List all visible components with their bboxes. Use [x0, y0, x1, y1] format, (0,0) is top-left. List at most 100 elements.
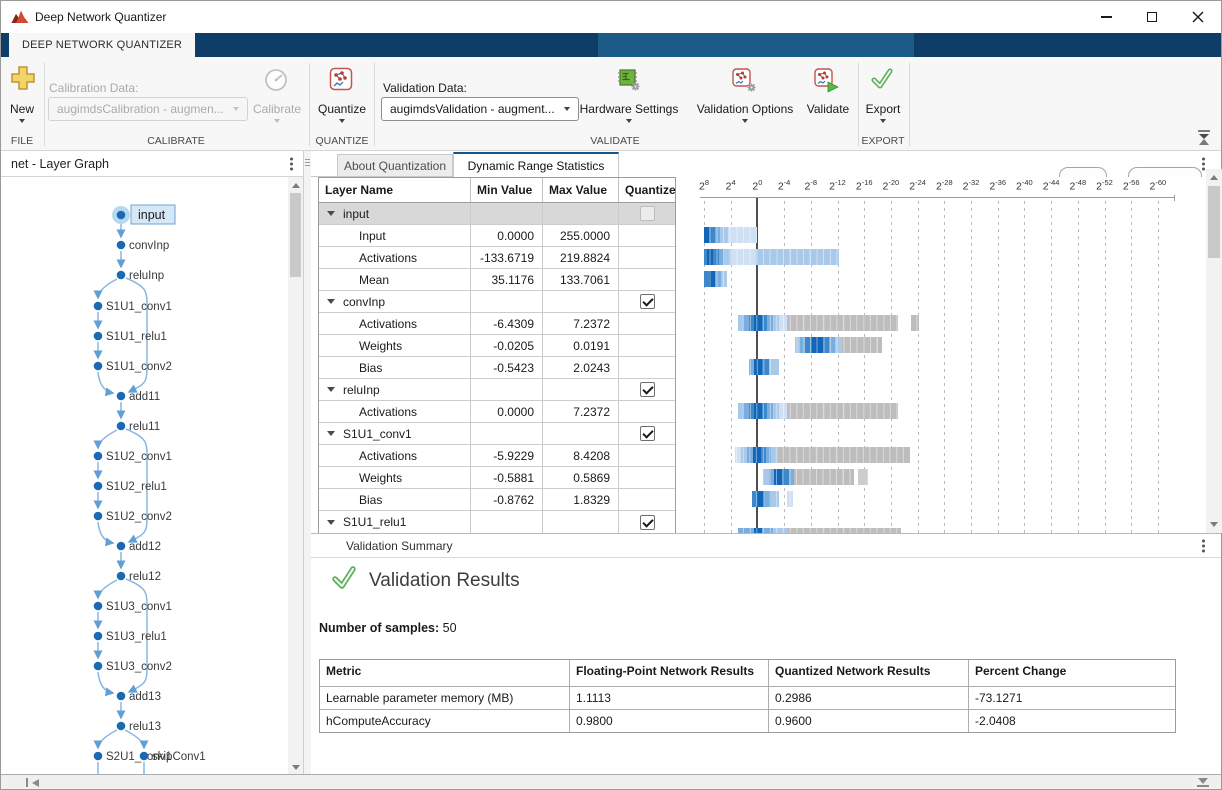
- stats-row-Bias[interactable]: Bias-0.87621.8329: [319, 489, 675, 511]
- quantize-dropdown-caret[interactable]: [339, 119, 345, 123]
- stats-row-reluInp[interactable]: reluInp: [319, 379, 675, 401]
- collapse-triangle-icon[interactable]: [327, 387, 335, 392]
- stats-row-input[interactable]: input: [319, 203, 675, 225]
- minimize-button[interactable]: [1083, 1, 1129, 33]
- graph-node-relu13[interactable]: relu13: [117, 721, 161, 733]
- combo-caret-icon: [233, 107, 239, 111]
- export-button[interactable]: Export: [866, 102, 901, 116]
- section-divider: [909, 63, 910, 146]
- layer-graph-canvas[interactable]: input convInp reluInp S1U1_conv1 S1U1_relu1 S…: [1, 177, 289, 776]
- stats-row-Activations[interactable]: Activations-6.43097.2372: [319, 313, 675, 335]
- graph-node-relu12[interactable]: relu12: [117, 571, 161, 583]
- new-button[interactable]: New: [10, 102, 34, 116]
- graph-node-S1U2_conv2[interactable]: S1U2_conv2: [94, 511, 172, 523]
- hardware-settings-caret[interactable]: [626, 119, 632, 123]
- graph-node-S1U1_conv2[interactable]: S1U1_conv2: [94, 361, 172, 373]
- graph-node-reluInp[interactable]: reluInp: [117, 270, 164, 282]
- scrollbar-thumb[interactable]: [290, 193, 301, 277]
- calibrate-button[interactable]: Calibrate: [253, 102, 301, 116]
- new-icon[interactable]: [10, 65, 36, 96]
- collapse-triangle-icon[interactable]: [327, 431, 335, 436]
- gridline: [918, 201, 919, 533]
- validate-button[interactable]: Validate: [807, 102, 849, 116]
- collapse-bottom-panel-icon[interactable]: [1197, 778, 1209, 787]
- validation-options-button[interactable]: Validation Options: [697, 102, 794, 116]
- collapse-triangle-icon[interactable]: [327, 211, 335, 216]
- stats-row-S1U1_relu1[interactable]: S1U1_relu1: [319, 511, 675, 533]
- quantize-checkbox[interactable]: [640, 382, 655, 397]
- histogram-scrollbar[interactable]: [1206, 169, 1222, 533]
- export-dropdown-caret[interactable]: [880, 119, 886, 123]
- scroll-up-icon[interactable]: [292, 183, 300, 188]
- quantize-icon[interactable]: [329, 67, 353, 96]
- export-check-icon[interactable]: [870, 67, 894, 96]
- collapse-triangle-icon[interactable]: [327, 299, 335, 304]
- stats-row-S1U1_conv1[interactable]: S1U1_conv1: [319, 423, 675, 445]
- graph-scrollbar[interactable]: [288, 177, 303, 776]
- quantize-checkbox[interactable]: [640, 206, 655, 221]
- number-of-samples: Number of samples: 50: [319, 621, 457, 635]
- graph-node-S1U2_relu1[interactable]: S1U2_relu1: [94, 481, 167, 493]
- max-value-cell: [543, 423, 619, 444]
- app-window: Deep Network Quantizer DEEP NETWORK QUAN…: [0, 0, 1222, 790]
- panel-menu-icon[interactable]: [1200, 537, 1207, 554]
- close-button[interactable]: [1175, 1, 1221, 33]
- graph-node-S1U1_relu1[interactable]: S1U1_relu1: [94, 331, 167, 343]
- stats-row-Weights[interactable]: Weights-0.58810.5869: [319, 467, 675, 489]
- new-dropdown-caret[interactable]: [19, 119, 25, 123]
- graph-node-convInp[interactable]: convInp: [117, 240, 170, 252]
- tab-dynamic-range-statistics[interactable]: Dynamic Range Statistics: [453, 152, 619, 177]
- graph-node-S1U3_conv2[interactable]: S1U3_conv2: [94, 661, 172, 673]
- quantize-section-label: QUANTIZE: [315, 135, 368, 147]
- collapse-triangle-icon[interactable]: [327, 520, 335, 525]
- validation-options-icon[interactable]: [732, 68, 758, 99]
- graph-node-add13[interactable]: add13: [117, 691, 161, 703]
- scrollbar-thumb[interactable]: [1208, 186, 1220, 258]
- histogram-bin-overlay: [704, 271, 727, 287]
- quantize-button[interactable]: Quantize: [318, 102, 366, 116]
- calibrate-dropdown-caret[interactable]: [274, 119, 280, 123]
- quantize-cell: [619, 357, 675, 378]
- collapse-left-panel-icon[interactable]: [26, 778, 39, 787]
- stats-row-Activations[interactable]: Activations-5.92298.4208: [319, 445, 675, 467]
- graph-node-S1U2_conv1[interactable]: S1U2_conv1: [94, 451, 172, 463]
- graph-node-add11[interactable]: add11: [117, 391, 160, 403]
- graph-node-S1U1_conv1[interactable]: S1U1_conv1: [94, 301, 172, 313]
- validation-data-combo[interactable]: augimdsValidation - augment...: [381, 97, 579, 121]
- calibrate-gauge-icon[interactable]: [263, 67, 289, 98]
- scroll-down-icon[interactable]: [1210, 522, 1218, 527]
- stats-row-convInp[interactable]: convInp: [319, 291, 675, 313]
- graph-node-add12[interactable]: add12: [117, 541, 161, 553]
- validation-options-caret[interactable]: [742, 119, 748, 123]
- quantize-checkbox[interactable]: [640, 515, 655, 530]
- hardware-settings-button[interactable]: Hardware Settings: [580, 102, 679, 116]
- scroll-up-icon[interactable]: [1210, 175, 1218, 180]
- quantize-cell: [619, 467, 675, 488]
- stats-row-Mean[interactable]: Mean35.1176133.7061: [319, 269, 675, 291]
- graph-node-input[interactable]: input: [112, 205, 175, 224]
- quantize-checkbox[interactable]: [640, 294, 655, 309]
- stats-row-Weights[interactable]: Weights-0.02050.0191: [319, 335, 675, 357]
- panel-menu-icon[interactable]: [288, 155, 295, 172]
- graph-node-relu11[interactable]: relu11: [117, 421, 160, 433]
- dynamic-range-histogram[interactable]: 2824202-42-82-122-162-202-242-282-322-36…: [676, 177, 1206, 533]
- calibration-data-combo[interactable]: augimdsCalibration - augmen...: [48, 97, 248, 121]
- validate-icon[interactable]: [814, 68, 840, 99]
- main-area: net - Layer Graph inputconvInpreluInpS1U…: [1, 151, 1221, 776]
- stats-row-Activations[interactable]: Activations-133.6719219.8824: [319, 247, 675, 269]
- stats-row-Input[interactable]: Input0.0000255.0000: [319, 225, 675, 247]
- min-value-cell: -5.9229: [471, 445, 543, 466]
- hardware-settings-icon[interactable]: [616, 67, 642, 98]
- graph-edge: [98, 580, 117, 598]
- quantize-checkbox[interactable]: [640, 426, 655, 441]
- collapse-ribbon-button[interactable]: [1197, 130, 1211, 145]
- panel-splitter[interactable]: [304, 151, 311, 776]
- graph-node-S1U3_conv1[interactable]: S1U3_conv1: [94, 601, 172, 613]
- stats-row-Activations[interactable]: Activations0.00007.2372: [319, 401, 675, 423]
- maximize-button[interactable]: [1129, 1, 1175, 33]
- tab-deep-network-quantizer[interactable]: DEEP NETWORK QUANTIZER: [9, 33, 195, 57]
- stats-row-Bias[interactable]: Bias-0.54232.0243: [319, 357, 675, 379]
- scroll-down-icon[interactable]: [292, 765, 300, 770]
- tab-about-quantization[interactable]: About Quantization: [337, 154, 453, 177]
- graph-node-S1U3_relu1[interactable]: S1U3_relu1: [94, 631, 167, 643]
